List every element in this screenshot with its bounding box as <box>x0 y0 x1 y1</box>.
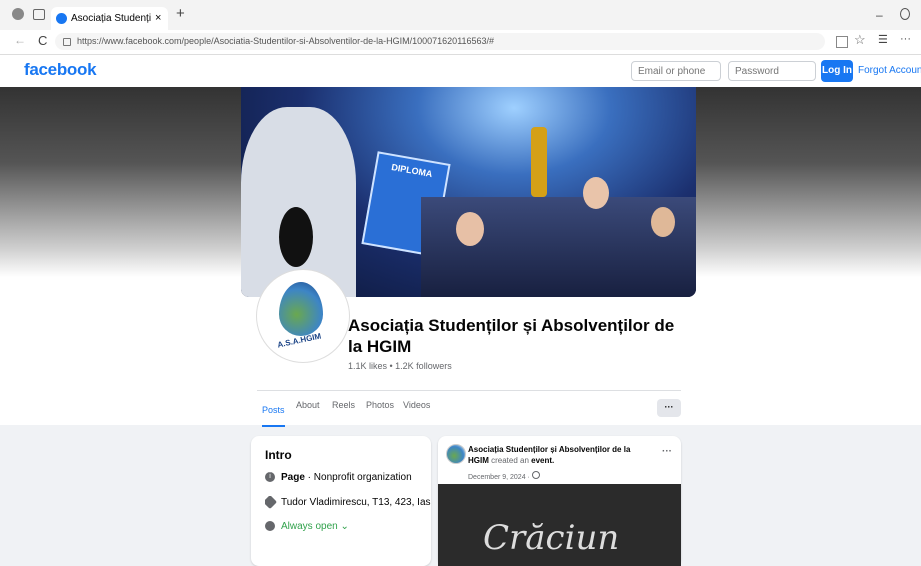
water-drop-logo <box>279 282 323 336</box>
facebook-favicon-icon <box>56 13 67 24</box>
intro-title: Intro <box>265 448 292 462</box>
page-stats[interactable]: 1.1K likes • 1.2K followers <box>348 361 452 371</box>
refresh-button[interactable]: C <box>38 33 47 48</box>
person-face <box>651 207 675 237</box>
person-face <box>583 177 609 209</box>
clock-icon <box>265 521 275 532</box>
browser-tab-bar: Asociația Studenților și Absolvenț × + – <box>0 0 921 30</box>
tab-actions-icon[interactable] <box>33 9 45 20</box>
address-text: Tudor Vladimirescu, T13, 423, Iasi, Roma… <box>281 497 431 508</box>
post-event-link[interactable]: event. <box>531 456 554 465</box>
chevron-down-icon: ⌄ <box>340 521 349 532</box>
info-icon: i <box>265 472 275 483</box>
intro-hours[interactable]: Always open ⌄ <box>265 520 349 534</box>
person-face <box>456 212 484 246</box>
more-options-button[interactable]: ··· <box>657 399 681 417</box>
email-field[interactable] <box>631 61 721 81</box>
url-field[interactable]: https://www.facebook.com/people/Asociati… <box>55 33 825 50</box>
browser-tab[interactable]: Asociația Studenților și Absolvenț × <box>51 7 168 30</box>
facebook-header: facebook Log In Forgot Account? <box>0 55 921 88</box>
divider <box>257 390 681 391</box>
back-button[interactable]: ← <box>14 33 26 47</box>
page-title: Asociația Studenților și Absolvenților d… <box>348 316 675 356</box>
login-button[interactable]: Log In <box>821 60 853 82</box>
tab-reels[interactable]: Reels <box>332 400 355 410</box>
favorite-star-icon[interactable]: ☆ <box>854 32 866 48</box>
post-image[interactable]: Crăciun <box>438 484 681 566</box>
post-card: Asociația Studenților și Absolvenților d… <box>438 436 681 566</box>
edge-copilot-icon[interactable] <box>900 8 910 20</box>
minimize-button[interactable]: – <box>876 8 883 22</box>
tab-label: Posts <box>262 405 285 415</box>
intro-address[interactable]: Tudor Vladimirescu, T13, 423, Iasi, Roma… <box>265 496 431 510</box>
post-image-text: Crăciun <box>483 518 620 558</box>
globe-icon <box>531 471 540 479</box>
favorites-list-icon[interactable]: ☰ <box>878 33 888 46</box>
intro-category: i Page · Nonprofit organization <box>265 471 412 485</box>
trophy <box>531 127 547 197</box>
cover-photo[interactable]: DIPLOMA <box>241 87 696 297</box>
tab-posts[interactable]: Posts <box>262 400 285 427</box>
page-category: · Nonprofit organization <box>304 472 412 483</box>
tab-title: Asociația Studenților și Absolvenț <box>71 13 151 24</box>
profile-picture[interactable]: A.S.A.HGIM <box>257 270 349 362</box>
new-tab-button[interactable]: + <box>176 5 185 22</box>
post-action: created an <box>488 456 532 465</box>
post-date[interactable]: December 9, 2024 · <box>468 471 540 481</box>
tab-close-button[interactable]: × <box>155 7 161 30</box>
intro-card: Intro i Page · Nonprofit organization Tud… <box>251 436 431 566</box>
diploma-text: DIPLOMA <box>390 161 434 180</box>
facebook-logo[interactable]: facebook <box>24 60 97 80</box>
post-date-text: December 9, 2024 · <box>468 474 530 481</box>
mascot-figure <box>241 107 356 297</box>
post-header-text: Asociația Studenților și Absolvenților d… <box>468 444 653 466</box>
tab-photos[interactable]: Photos <box>366 400 394 410</box>
reader-mode-icon[interactable] <box>836 36 848 48</box>
address-bar-row: ← C https://www.facebook.com/people/Asoc… <box>0 30 921 55</box>
lock-icon <box>63 38 71 46</box>
url-text: https://www.facebook.com/people/Asociati… <box>77 36 495 46</box>
password-field[interactable] <box>728 61 816 81</box>
hours-text: Always open <box>281 521 338 532</box>
tab-about[interactable]: About <box>296 400 320 410</box>
page-label: Page <box>281 472 305 483</box>
post-menu-button[interactable]: ··· <box>662 446 672 457</box>
mascot-spot <box>279 207 313 267</box>
post-avatar[interactable] <box>446 444 466 464</box>
browser-menu-button[interactable]: ··· <box>900 33 911 45</box>
profile-icon[interactable] <box>12 8 24 20</box>
tab-videos[interactable]: Videos <box>403 400 430 410</box>
location-pin-icon <box>265 496 278 510</box>
forgot-account-link[interactable]: Forgot Account? <box>858 65 921 76</box>
